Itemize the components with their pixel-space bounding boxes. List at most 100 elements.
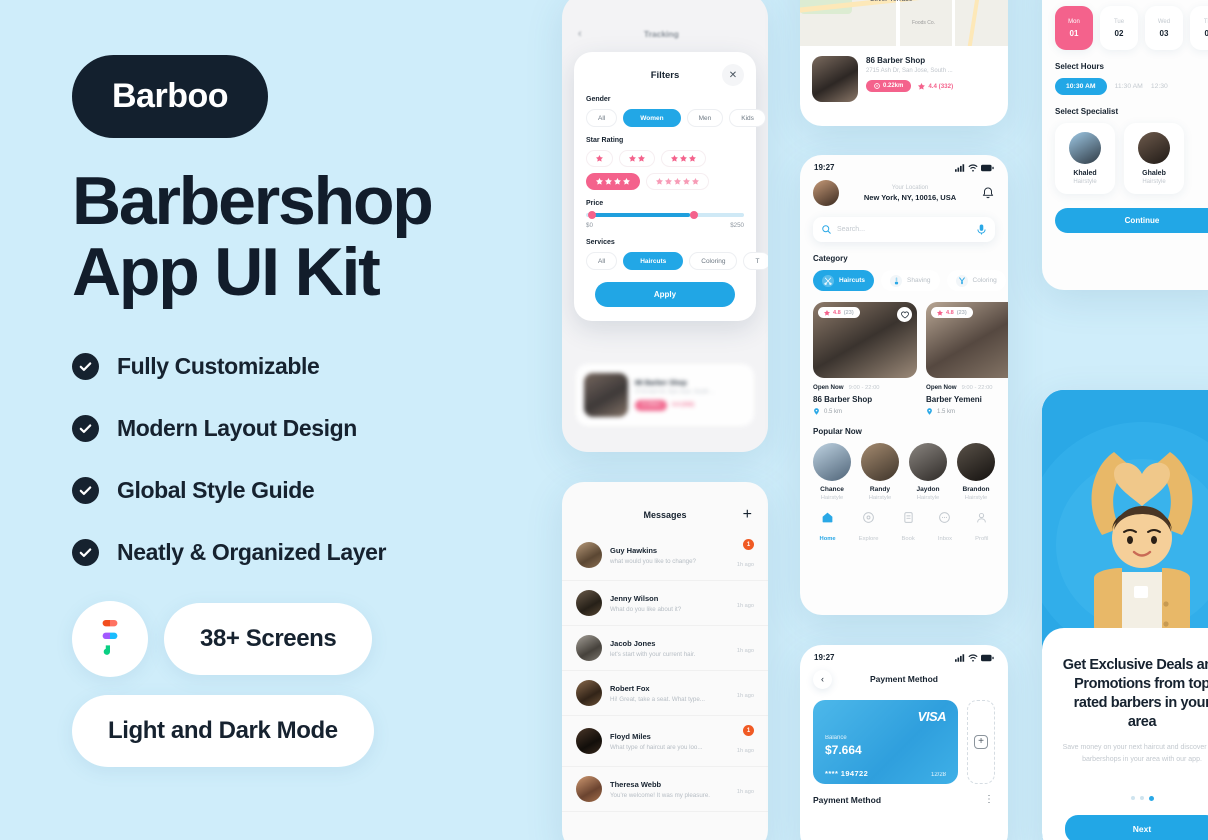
category-list: Haircuts Shaving Coloring [800,270,1008,291]
search-input[interactable]: Search... [813,217,995,242]
dot[interactable] [1139,796,1144,801]
list-item[interactable]: Robert Fox Hi! Great, take a seat. What … [562,671,768,716]
barber-card[interactable]: Randy Hairstyle [861,443,899,501]
star-option-2[interactable] [619,150,655,167]
price-slider[interactable]: $0 $250 [586,211,744,229]
tab-explore[interactable]: Explore [859,511,878,545]
check-icon [72,353,99,381]
barber-name: Chance [820,486,844,493]
tab-home[interactable]: Home [820,511,836,545]
star-option-1[interactable] [586,150,613,167]
hour-option[interactable]: 11:30 AM [1115,78,1143,95]
date-picker: Mon 01 Tue 02 Wed 03 Thu 04 [1042,6,1208,50]
dot-active[interactable] [1148,796,1154,802]
open-status: Open Now [813,384,844,391]
credit-card[interactable]: VISA Balance $7.664 **** 194722 12/28 [813,700,958,784]
map-view[interactable]: Silver Terrace Paso Real Foods Co. [800,0,1008,46]
list-item[interactable]: Floyd Miles What type of haircut are you… [562,716,768,767]
status-time: 19:27 [814,163,835,172]
barber-card[interactable]: Jaydon Hairstyle [909,443,947,501]
onboarding-subtitle: Save money on your next haircut and disc… [1062,744,1208,764]
tab-book[interactable]: Book [902,511,915,545]
hour-option[interactable]: 10:30 AM [1055,78,1107,95]
date-option[interactable]: Mon 01 [1055,6,1093,50]
gender-option-men[interactable]: Men [686,109,724,127]
gender-option-kids[interactable]: Kids [729,109,766,127]
service-option-truncated[interactable]: T [743,252,768,270]
shop-thumbnail [812,56,858,102]
messages-screen: Messages + Guy Hawkins what would you li… [562,482,768,840]
specialist-card[interactable]: Khaled Hairstyle [1055,123,1115,194]
figma-logo-icon [72,601,148,678]
next-button[interactable]: Next [1065,815,1208,840]
feature-label: Global Style Guide [117,477,315,504]
barber-name: Jaydon [916,486,940,493]
location-block[interactable]: Your Location New York, NY, 10016, USA [848,185,972,202]
shop-card[interactable]: 4.8 (23) Open Now 9:00 - 22:00 86 Barber… [813,302,917,415]
gender-option-women[interactable]: Women [623,109,681,127]
avatar [576,680,602,706]
price-min: $0 [586,222,593,229]
person-making-heart-hands-illustration [1042,390,1208,645]
tab-inbox[interactable]: Inbox [938,511,952,545]
brush-icon [955,274,968,287]
feature-item: Fully Customizable [72,353,542,381]
barber-card[interactable]: Brandon Hairstyle [957,443,995,501]
service-option-all[interactable]: All [586,252,618,270]
star-icon [605,178,612,185]
star-option-4[interactable] [586,173,640,190]
list-item[interactable]: Theresa Webb You're welcome! It was my p… [562,767,768,812]
hour-option[interactable]: 12:30 [1151,78,1168,95]
plus-icon[interactable]: + [743,507,752,523]
bell-icon[interactable] [981,186,995,200]
rating-reviews: (23) [956,309,967,316]
close-icon[interactable]: ✕ [722,64,744,86]
more-vertical-icon[interactable]: ⋮ [984,795,995,805]
shop-card[interactable]: 4.8 (23) Open Now 9:00 - 22:00 Barber Ye… [926,302,1008,415]
tab-profile[interactable]: Profil [975,511,988,545]
slider-knob-min[interactable] [588,211,596,219]
slider-track[interactable] [586,211,744,219]
gender-option-all[interactable]: All [586,109,618,127]
thread-time: 1h ago [736,693,754,699]
category-coloring[interactable]: Coloring [946,270,1006,291]
avatar[interactable] [813,180,839,206]
list-item[interactable]: Jenny Wilson What do you like about it? … [562,581,768,626]
star-icon [596,178,603,185]
wifi-icon [968,163,978,172]
category-shaving[interactable]: Shaving [881,270,940,291]
slider-knob-max[interactable] [690,211,699,219]
add-card-button[interactable]: + [967,700,995,784]
dot[interactable] [1130,796,1135,801]
specialist-card[interactable]: Ghaleb Hairstyle [1124,123,1184,194]
date-number: 04 [1204,28,1208,38]
heart-icon[interactable] [897,307,912,322]
rating-value: 4.8 [946,309,954,316]
avatar [576,776,602,802]
shop-result-card[interactable]: 86 Barber Shop 2715 Ash Dr, San Jose, So… [800,46,1008,112]
continue-button[interactable]: Continue [1055,208,1208,233]
price-max: $250 [730,222,744,229]
star-icon [665,178,672,185]
date-number: 03 [1159,28,1169,38]
distance-badge: 0.22km [866,80,912,92]
list-item[interactable]: Jacob Jones let's start with your curren… [562,626,768,671]
barber-card[interactable]: Chance Hairstyle [813,443,851,501]
service-option-haircuts[interactable]: Haircuts [623,252,684,270]
star-icon [629,155,636,162]
list-item[interactable]: Guy Hawkins what would you like to chang… [562,530,768,581]
category-haircuts[interactable]: Haircuts [813,270,875,291]
tracking-header: ‹ Tracking [562,0,768,40]
chevron-left-icon[interactable]: ‹ [813,669,832,689]
star-option-3[interactable] [661,150,706,167]
star-icon [824,309,830,316]
service-option-coloring[interactable]: Coloring [689,252,738,270]
card-carousel: VISA Balance $7.664 **** 194722 12/28 + [800,690,1008,784]
date-option[interactable]: Tue 02 [1100,6,1138,50]
date-option[interactable]: Thu 04 [1190,6,1208,50]
shop-distance: 1.5 km [926,408,1008,415]
star-option-5[interactable] [646,173,709,190]
date-option[interactable]: Wed 03 [1145,6,1183,50]
apply-button[interactable]: Apply [595,282,735,307]
filters-header: Filters ✕ [586,64,744,86]
